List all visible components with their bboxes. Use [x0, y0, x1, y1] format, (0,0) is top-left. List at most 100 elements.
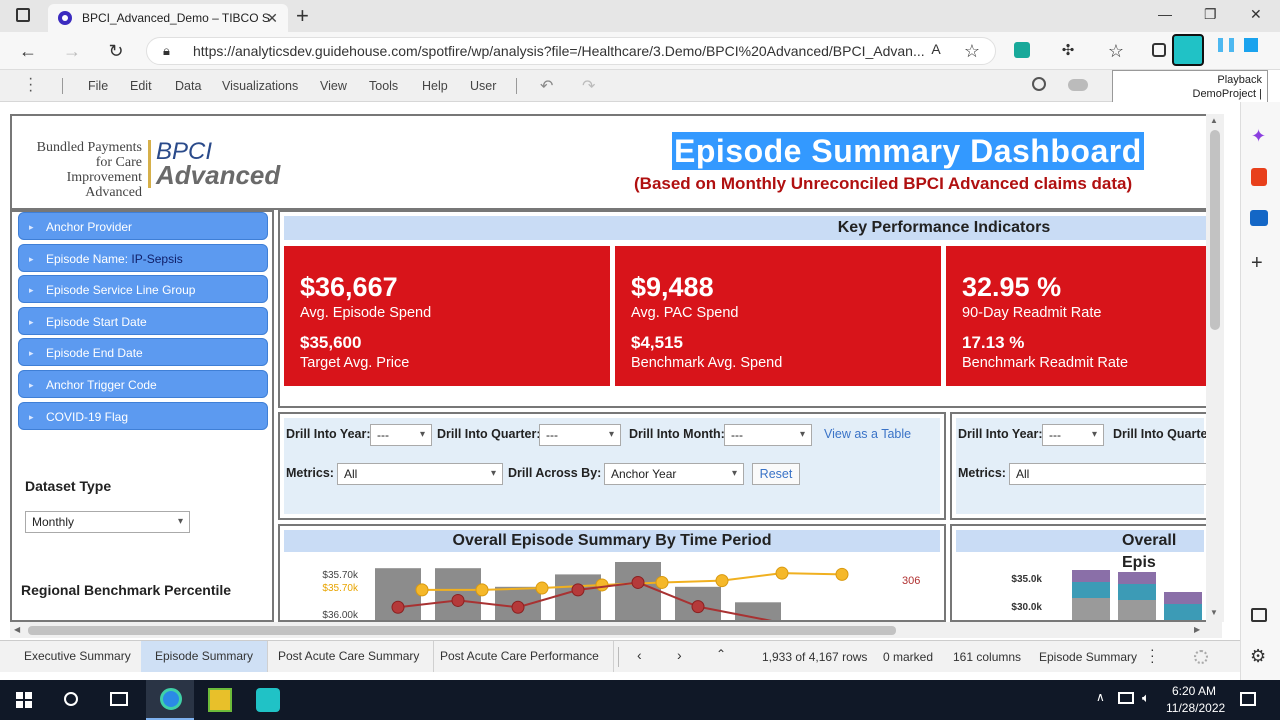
collaboration-icon[interactable] [1068, 79, 1088, 91]
episode-summary-chart-right[interactable]: $35.0k $30.0k [952, 554, 1208, 622]
pause-icon[interactable] [1218, 38, 1234, 52]
tab-post-acute-care-summary[interactable]: Post Acute Care Summary [264, 641, 435, 672]
menu-user[interactable]: User [470, 79, 496, 93]
back-icon[interactable]: ← [18, 41, 38, 62]
red-series-point[interactable] [571, 583, 585, 597]
gold-series-point[interactable] [475, 583, 489, 597]
stacked-bar-segment[interactable] [1118, 584, 1156, 600]
expand-tabs-icon[interactable]: ⌃ [716, 647, 726, 661]
scroll-right-icon[interactable]: ▶ [1194, 625, 1200, 634]
menu-help[interactable]: Help [422, 79, 448, 93]
clock-date[interactable]: 11/28/2022 [1166, 701, 1225, 715]
minimize-icon[interactable]: — [1158, 6, 1172, 22]
view-as-table-link[interactable]: View as a Table [824, 427, 911, 441]
gold-series-point[interactable] [595, 578, 609, 592]
taskbar-search-icon[interactable] [64, 692, 78, 706]
menu-visualizations[interactable]: Visualizations [222, 79, 298, 93]
more-vertical-icon[interactable]: · · · [28, 71, 33, 99]
extensions-puzzle-icon[interactable]: ✣ [1058, 41, 1078, 59]
scroll-up-icon[interactable]: ▲ [1210, 116, 1218, 125]
prev-page-icon[interactable]: ‹ [637, 647, 642, 663]
stacked-bar-segment[interactable] [1072, 570, 1110, 582]
horizontal-scrollbar[interactable]: ◀ ▶ [10, 622, 1222, 638]
tray-chevron-icon[interactable]: ∧ [1096, 690, 1105, 704]
notification-icon[interactable] [1240, 692, 1256, 706]
filter-episode-start-date[interactable]: Episode Start Date [18, 307, 268, 336]
drill-across-select[interactable]: Anchor Year [604, 463, 744, 485]
drill-year-select[interactable]: --- [1042, 424, 1104, 446]
search-icon[interactable] [1032, 77, 1046, 91]
gold-series-point[interactable] [775, 566, 789, 580]
stacked-bar-segment[interactable] [1072, 598, 1110, 622]
playback-taskbar-icon[interactable] [256, 688, 280, 712]
settings-gear-icon[interactable]: ⚙ [1250, 646, 1266, 667]
new-tab-button[interactable]: + [296, 3, 309, 29]
tab-post-acute-care-performance[interactable]: Post Acute Care Performance [426, 641, 614, 672]
bar[interactable] [555, 574, 601, 622]
metrics-select[interactable]: All [1009, 463, 1208, 485]
copilot-icon[interactable]: ✦ [1251, 126, 1266, 147]
filter-covid-flag[interactable]: COVID-19 Flag [18, 402, 268, 431]
red-series-point[interactable] [691, 600, 705, 614]
dataset-type-select[interactable]: Monthly [25, 511, 190, 533]
kpi-card-pac-spend[interactable]: $9,488 Avg. PAC Spend $4,515 Benchmark A… [615, 246, 941, 386]
menu-view[interactable]: View [320, 79, 347, 93]
menu-file[interactable]: File [88, 79, 108, 93]
reset-button[interactable]: Reset [752, 463, 800, 485]
redo-icon[interactable]: ↷ [582, 76, 595, 96]
red-series-point[interactable] [451, 593, 465, 607]
forward-icon[interactable]: → [62, 41, 82, 62]
menu-edit[interactable]: Edit [130, 79, 152, 93]
clock-time[interactable]: 6:20 AM [1172, 684, 1216, 698]
favorite-add-icon[interactable]: ☆ [962, 41, 982, 62]
stop-icon[interactable] [1244, 38, 1258, 52]
red-series-point[interactable] [511, 600, 525, 614]
filter-episode-name[interactable]: Episode Name: IP-Sepsis [18, 244, 268, 273]
next-page-icon[interactable]: › [677, 647, 682, 663]
tab-episode-summary[interactable]: Episode Summary [141, 641, 269, 672]
office-icon[interactable] [1251, 168, 1267, 186]
scroll-thumb[interactable] [1210, 130, 1220, 330]
app-taskbar-icon[interactable] [208, 688, 232, 712]
stacked-bar-segment[interactable] [1118, 600, 1156, 622]
filter-anchor-trigger-code[interactable]: Anchor Trigger Code [18, 370, 268, 399]
favorites-icon[interactable]: ☆ [1106, 41, 1126, 62]
red-series-point[interactable] [391, 600, 405, 614]
filter-anchor-provider[interactable]: Anchor Provider [18, 212, 268, 241]
close-tab-icon[interactable]: ✕ [266, 10, 278, 27]
metrics-select[interactable]: All [337, 463, 503, 485]
red-series-point[interactable] [631, 575, 645, 589]
network-icon[interactable] [1118, 692, 1134, 704]
tab-executive-summary[interactable]: Executive Summary [10, 641, 146, 672]
kpi-card-episode-spend[interactable]: $36,667 Avg. Episode Spend $35,600 Targe… [284, 246, 610, 386]
add-icon[interactable]: + [1251, 252, 1263, 275]
gold-series-point[interactable] [655, 575, 669, 589]
gold-series-point[interactable] [535, 581, 549, 595]
playback-extension-icon[interactable] [1172, 34, 1204, 66]
scroll-left-icon[interactable]: ◀ [14, 625, 20, 634]
close-window-icon[interactable]: ✕ [1250, 6, 1262, 23]
bar[interactable] [615, 562, 661, 622]
outlook-icon[interactable] [1250, 210, 1268, 226]
refresh-icon[interactable]: ↻ [106, 41, 126, 62]
undo-icon[interactable]: ↶ [540, 76, 553, 96]
vertical-scrollbar[interactable]: ▲ ▼ [1206, 114, 1224, 622]
menu-tools[interactable]: Tools [369, 79, 398, 93]
extension-icon[interactable] [1014, 42, 1030, 58]
stacked-bar-segment[interactable] [1164, 604, 1202, 620]
bar[interactable] [375, 568, 421, 622]
gold-series-point[interactable] [415, 583, 429, 597]
task-view-icon[interactable] [110, 692, 128, 706]
restore-icon[interactable]: ❐ [1204, 6, 1217, 23]
volume-icon[interactable]: 🔈︎ [1142, 690, 1150, 706]
drill-quarter-select[interactable]: --- [539, 424, 621, 446]
sidebar-toggle-icon[interactable] [1251, 608, 1267, 622]
address-input[interactable]: 🔒︎ https://analyticsdev.guidehouse.com/s… [146, 37, 996, 65]
stacked-bar-segment[interactable] [1164, 592, 1202, 604]
filter-episode-service-line-group[interactable]: Episode Service Line Group [18, 275, 268, 304]
drill-month-select[interactable]: --- [724, 424, 812, 446]
gold-series-point[interactable] [835, 567, 849, 581]
drill-year-select[interactable]: --- [370, 424, 432, 446]
menu-data[interactable]: Data [175, 79, 201, 93]
stacked-bar-segment[interactable] [1072, 582, 1110, 598]
